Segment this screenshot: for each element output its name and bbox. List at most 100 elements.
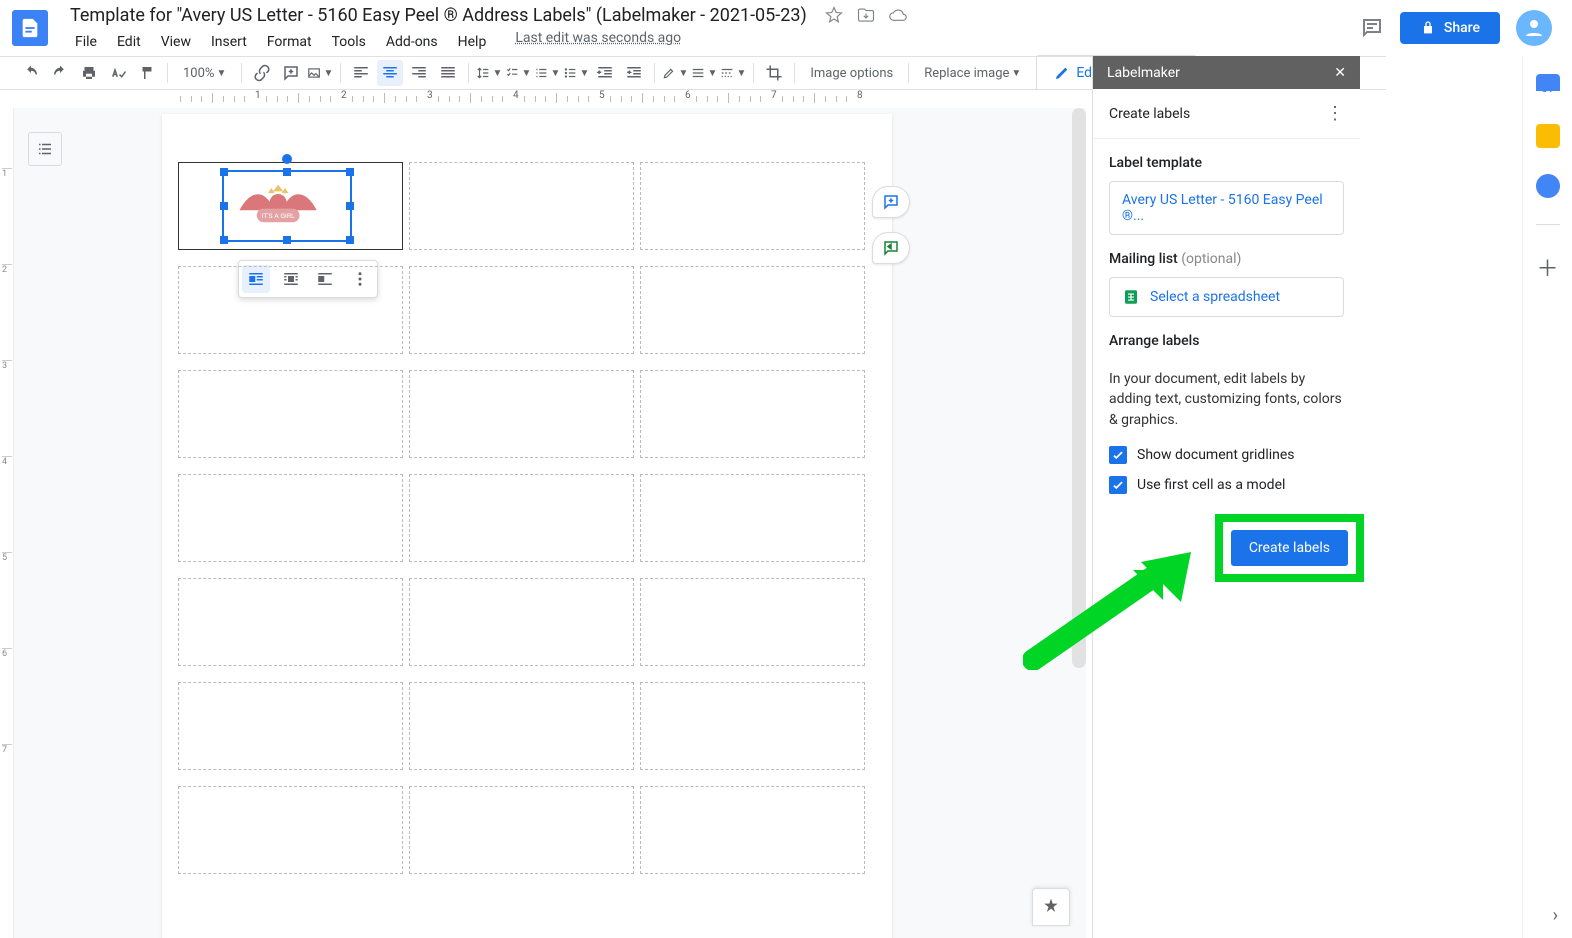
menu-file[interactable]: File xyxy=(66,30,106,54)
addon-menu-icon[interactable]: ⋮ xyxy=(1326,103,1344,124)
label-cell[interactable] xyxy=(640,474,865,562)
select-spreadsheet-label: Select a spreadsheet xyxy=(1150,289,1280,305)
arrange-description: In your document, edit labels by adding … xyxy=(1109,369,1344,430)
label-cell[interactable] xyxy=(409,682,634,770)
label-cell[interactable] xyxy=(178,370,403,458)
menu-view[interactable]: View xyxy=(152,30,200,54)
gridlines-checkbox[interactable]: Show document gridlines xyxy=(1109,446,1344,464)
first-cell-label: Use first cell as a model xyxy=(1137,477,1285,493)
undo-button[interactable] xyxy=(18,60,44,86)
redo-button[interactable] xyxy=(47,60,73,86)
numbered-list-button[interactable]: ▼ xyxy=(534,60,560,86)
border-color-button[interactable]: ▼ xyxy=(662,60,688,86)
cloud-status-icon[interactable] xyxy=(889,6,907,24)
menu-format[interactable]: Format xyxy=(258,30,321,54)
checkmark-icon xyxy=(1111,448,1125,462)
image-selection-box[interactable] xyxy=(222,170,352,242)
page-1[interactable]: IT'S A GIRL xyxy=(162,114,892,938)
template-select-button[interactable]: Avery US Letter - 5160 Easy Peel ®... xyxy=(1109,181,1344,235)
tasks-addon-icon[interactable] xyxy=(1536,174,1560,198)
label-cell[interactable] xyxy=(640,266,865,354)
image-options-button[interactable]: Image options xyxy=(802,60,901,86)
spellcheck-button[interactable] xyxy=(105,60,131,86)
keep-addon-icon[interactable] xyxy=(1536,124,1560,148)
lock-icon xyxy=(1420,20,1436,36)
calendar-addon-icon[interactable]: 31 xyxy=(1536,74,1560,98)
label-cell[interactable] xyxy=(640,682,865,770)
label-cell[interactable] xyxy=(640,162,865,250)
create-labels-button[interactable]: Create labels xyxy=(1231,530,1348,566)
add-comment-bubble[interactable] xyxy=(872,186,910,218)
crop-image-button[interactable] xyxy=(761,60,787,86)
indent-decrease-button[interactable] xyxy=(592,60,618,86)
addon-close-icon[interactable]: ✕ xyxy=(1334,65,1346,81)
addon-title: Labelmaker xyxy=(1107,65,1180,81)
ruler-mark: 6 xyxy=(685,90,691,101)
suggest-edits-bubble[interactable] xyxy=(872,232,910,264)
share-label: Share xyxy=(1444,20,1480,36)
insert-image-button[interactable]: ▼ xyxy=(307,60,333,86)
explore-button[interactable] xyxy=(1032,888,1070,926)
label-cell[interactable] xyxy=(640,578,865,666)
first-cell-checkbox[interactable]: Use first cell as a model xyxy=(1109,476,1344,494)
menu-help[interactable]: Help xyxy=(449,30,496,54)
image-options-label: Image options xyxy=(810,66,893,81)
line-spacing-button[interactable]: ▼ xyxy=(476,60,502,86)
star-icon[interactable] xyxy=(825,6,843,24)
vruler-mark: 1 xyxy=(2,168,12,179)
document-title[interactable]: Template for "Avery US Letter - 5160 Eas… xyxy=(66,3,811,28)
ruler-mark: 5 xyxy=(599,90,605,101)
border-weight-button[interactable]: ▼ xyxy=(691,60,717,86)
last-edit-link[interactable]: Last edit was seconds ago xyxy=(515,30,681,54)
zoom-select[interactable]: 100%▼ xyxy=(175,60,234,86)
menu-tools[interactable]: Tools xyxy=(323,30,375,54)
replace-image-button[interactable]: Replace image▼ xyxy=(916,60,1029,86)
label-cell[interactable] xyxy=(640,786,865,874)
get-addons-button[interactable]: ＋ xyxy=(1536,251,1558,283)
pencil-icon xyxy=(1054,65,1070,81)
print-button[interactable] xyxy=(76,60,102,86)
share-button[interactable]: Share xyxy=(1400,12,1500,44)
ruler-mark: 2 xyxy=(341,90,347,101)
align-center-button[interactable] xyxy=(377,60,403,86)
rotate-handle[interactable] xyxy=(282,154,292,164)
label-cell[interactable] xyxy=(178,474,403,562)
indent-increase-button[interactable] xyxy=(621,60,647,86)
select-spreadsheet-button[interactable]: Select a spreadsheet xyxy=(1109,277,1344,317)
label-cell[interactable] xyxy=(178,682,403,770)
menu-insert[interactable]: Insert xyxy=(202,30,256,54)
align-left-button[interactable] xyxy=(348,60,374,86)
align-justify-button[interactable] xyxy=(435,60,461,86)
account-avatar[interactable] xyxy=(1516,10,1552,46)
label-cell[interactable] xyxy=(409,578,634,666)
label-cell[interactable] xyxy=(640,370,865,458)
document-canvas[interactable]: IT'S A GIRL xyxy=(14,108,1086,938)
label-cell[interactable] xyxy=(178,578,403,666)
menu-edit[interactable]: Edit xyxy=(108,30,150,54)
insert-link-button[interactable] xyxy=(249,60,275,86)
label-cell[interactable] xyxy=(409,474,634,562)
show-outline-button[interactable] xyxy=(28,132,62,166)
label-cell[interactable] xyxy=(409,162,634,250)
label-cell[interactable] xyxy=(409,370,634,458)
vruler-mark: 6 xyxy=(2,648,12,659)
move-folder-icon[interactable] xyxy=(857,6,875,24)
menu-addons[interactable]: Add-ons xyxy=(377,30,447,54)
label-cell[interactable] xyxy=(178,266,403,354)
checklist-button[interactable]: ▼ xyxy=(505,60,531,86)
label-cell[interactable] xyxy=(409,266,634,354)
paint-format-button[interactable] xyxy=(134,60,160,86)
template-value: Avery US Letter - 5160 Easy Peel ®... xyxy=(1122,192,1331,224)
label-cell[interactable] xyxy=(409,786,634,874)
hide-side-panel-button[interactable]: › xyxy=(1553,905,1558,926)
align-right-button[interactable] xyxy=(406,60,432,86)
label-cell[interactable] xyxy=(178,786,403,874)
add-comment-button[interactable] xyxy=(278,60,304,86)
vruler-mark: 5 xyxy=(2,552,12,563)
border-dash-button[interactable]: ▼ xyxy=(720,60,746,86)
comments-history-icon[interactable] xyxy=(1360,16,1384,40)
rail-separator xyxy=(1536,224,1560,225)
bulleted-list-button[interactable]: ▼ xyxy=(563,60,589,86)
vertical-ruler[interactable]: 1234567 xyxy=(0,108,14,938)
docs-app-icon[interactable] xyxy=(12,10,48,46)
